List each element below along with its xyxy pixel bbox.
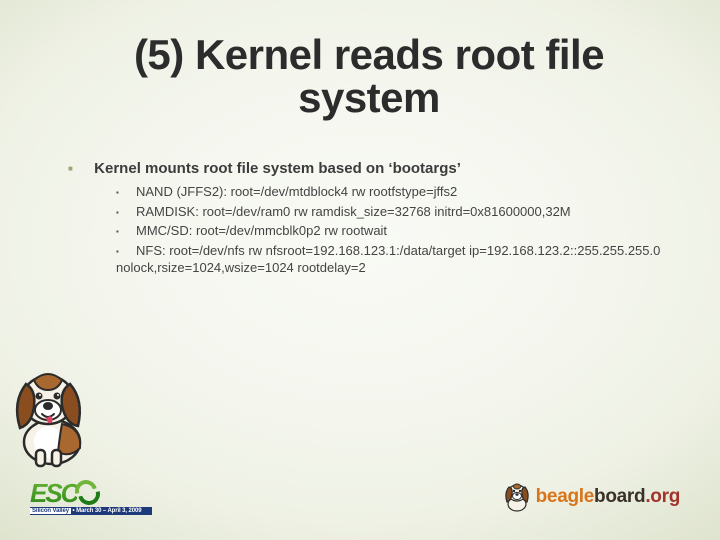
beagleboard-wordmark: beagleboard.org — [536, 486, 680, 508]
bullet-lead: Kernel mounts root file system based on … — [68, 160, 670, 277]
bb-text-board: board — [594, 486, 645, 507]
bb-text-org: .org — [645, 486, 680, 507]
bullet-item-text: NFS: root=/dev/nfs rw nfsroot=192.168.12… — [116, 243, 660, 276]
bullet-item-text: MMC/SD: root=/dev/mmcblk0p2 rw rootwait — [136, 223, 387, 238]
bb-text-beagle: beagle — [536, 486, 594, 507]
bullet-item: NFS: root=/dev/nfs rw nfsroot=192.168.12… — [116, 242, 670, 277]
esc-letters: ESC — [30, 482, 77, 505]
bullet-item-text: NAND (JFFS2): root=/dev/mtdblock4 rw roo… — [136, 184, 457, 199]
esc-logo: ESC Silicon Valley • March 30 – April 3,… — [30, 480, 152, 515]
bullet-lead-text: Kernel mounts root file system based on … — [94, 160, 461, 177]
footer: ESC Silicon Valley • March 30 – April 3,… — [0, 472, 720, 522]
slide-title: (5) Kernel reads root file system — [68, 34, 670, 120]
esc-band-sv: Silicon Valley — [30, 508, 71, 514]
bullet-item: MMC/SD: root=/dev/mmcblk0p2 rw rootwait — [116, 222, 670, 240]
bullet-item-text: RAMDISK: root=/dev/ram0 rw ramdisk_size=… — [136, 204, 571, 219]
esc-date-band: Silicon Valley • March 30 – April 3, 200… — [30, 507, 152, 515]
esc-swirl-icon — [75, 480, 99, 504]
beagleboard-logo: beagleboard.org — [502, 481, 680, 513]
slide-body: Kernel mounts root file system based on … — [68, 160, 670, 285]
bullet-item: NAND (JFFS2): root=/dev/mtdblock4 rw roo… — [116, 183, 670, 201]
beagleboard-dog-icon — [502, 481, 532, 513]
esc-band-dates: • March 30 – April 3, 2009 — [71, 508, 142, 514]
beagle-mascot-icon — [2, 350, 102, 470]
bullet-item: RAMDISK: root=/dev/ram0 rw ramdisk_size=… — [116, 203, 670, 221]
slide: (5) Kernel reads root file system Kernel… — [0, 0, 720, 540]
